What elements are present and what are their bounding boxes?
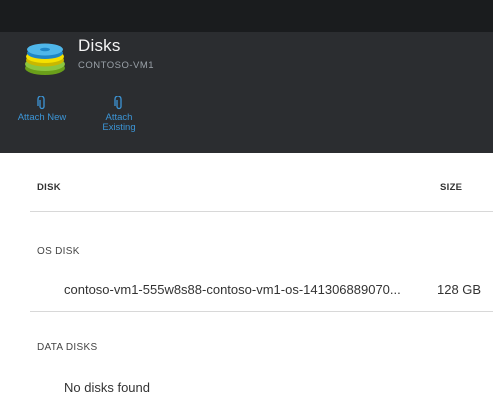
paperclip-icon <box>114 96 122 110</box>
disks-icon <box>23 39 67 79</box>
paperclip-icon <box>37 96 45 110</box>
os-disk-size: 128 GB <box>437 282 482 297</box>
column-header-size[interactable]: SIZE <box>440 182 462 193</box>
os-disk-section-label: OS DISK <box>37 246 80 257</box>
no-disks-message: No disks found <box>64 380 150 395</box>
attach-existing-label-line2: Existing <box>102 122 136 133</box>
attach-existing-button[interactable]: Attach Existing <box>93 96 145 133</box>
data-disks-section-label: DATA DISKS <box>37 342 98 353</box>
header-divider <box>30 211 493 212</box>
blade-title: Disks <box>78 36 121 55</box>
column-header-disk[interactable]: DISK <box>37 182 61 193</box>
command-bar: Attach New Attach Existing <box>0 80 493 153</box>
blade-subtitle: CONTOSO-VM1 <box>78 60 155 71</box>
os-disk-name[interactable]: contoso-vm1-555w8s88-contoso-vm1-os-1413… <box>64 282 401 297</box>
blade-header: Disks CONTOSO-VM1 <box>0 32 493 80</box>
attach-new-label: Attach New <box>17 112 67 123</box>
row-divider <box>30 311 493 312</box>
attach-new-button[interactable]: Attach New <box>14 96 70 123</box>
portal-top-bar <box>0 0 493 32</box>
